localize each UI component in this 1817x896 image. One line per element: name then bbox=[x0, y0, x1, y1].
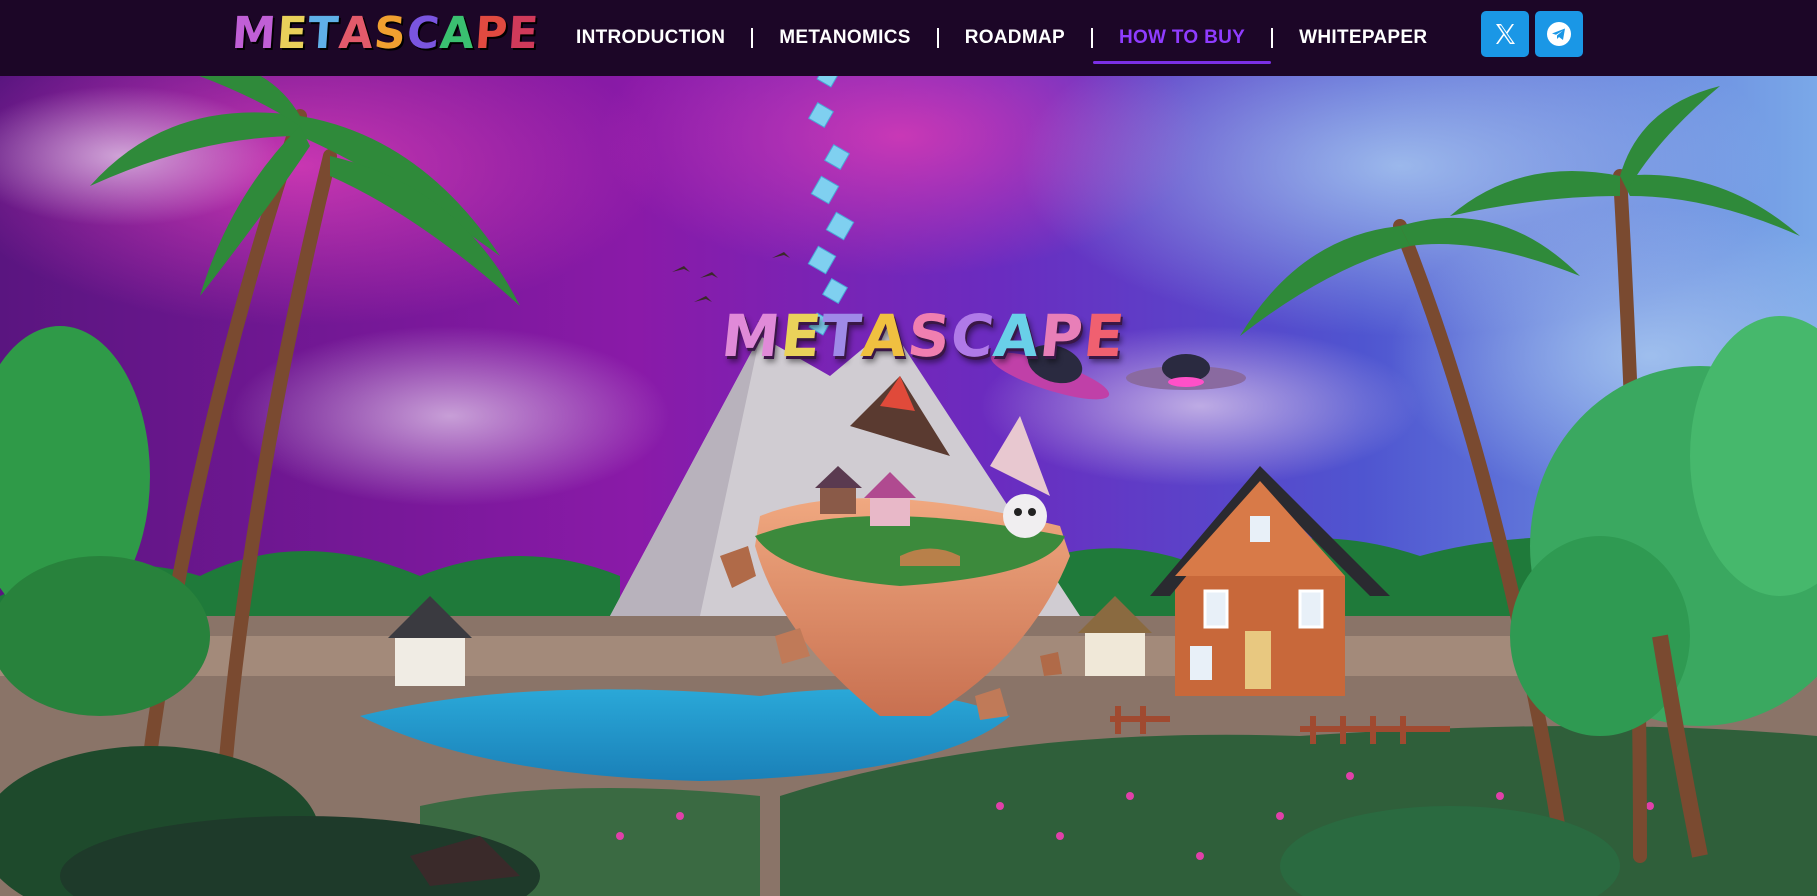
hero-logo-letter: E bbox=[1080, 302, 1128, 370]
brand-logo-letter: A bbox=[438, 7, 477, 59]
hero-logo-letter: A bbox=[990, 302, 1044, 370]
nav-roadmap-label: ROADMAP bbox=[964, 27, 1065, 48]
hero-scene-illustration bbox=[0, 76, 1817, 896]
brand-logo-letter: P bbox=[473, 7, 511, 59]
brand-logo-letter: T bbox=[306, 7, 341, 59]
nav-whitepaper-label: WHITEPAPER bbox=[1299, 27, 1428, 48]
hero-logo-letter: A bbox=[858, 302, 912, 370]
top-navbar: METASCAPE INTRODUCTION METANOMICS ROADMA… bbox=[0, 0, 1817, 76]
nav-introduction-label: INTRODUCTION bbox=[576, 27, 726, 48]
brand-logo-letter: A bbox=[337, 7, 376, 59]
hero-logo-letter: S bbox=[904, 302, 955, 370]
nav-how-to-buy-label: HOW TO BUY bbox=[1118, 27, 1246, 48]
nav-roadmap[interactable]: ROADMAP bbox=[939, 0, 1091, 76]
brand-logo-letter: M bbox=[230, 7, 279, 59]
nav-metanomics-label: METANOMICS bbox=[779, 27, 911, 48]
brand-logo[interactable]: METASCAPE bbox=[230, 7, 542, 59]
brand-logo-letter: S bbox=[372, 7, 409, 59]
nav-whitepaper[interactable]: WHITEPAPER bbox=[1273, 0, 1453, 76]
telegram-button[interactable] bbox=[1535, 11, 1583, 57]
main-nav: INTRODUCTION METANOMICS ROADMAP HOW TO B… bbox=[550, 0, 1453, 76]
brand-logo-letter: E bbox=[506, 7, 542, 59]
nav-how-to-buy[interactable]: HOW TO BUY bbox=[1092, 0, 1272, 76]
hero-metascape-logo: METASCAPE bbox=[718, 302, 1127, 370]
hero-logo-letter: C bbox=[947, 302, 998, 370]
telegram-icon bbox=[1547, 22, 1571, 46]
brand-logo-letter: E bbox=[275, 7, 310, 59]
hero-banner: METASCAPE bbox=[0, 76, 1817, 896]
hero-logo-letter: T bbox=[817, 302, 866, 370]
x-twitter-button[interactable] bbox=[1481, 11, 1529, 57]
hero-logo-letter: P bbox=[1036, 302, 1088, 370]
nav-introduction[interactable]: INTRODUCTION bbox=[550, 0, 751, 76]
x-logo-icon bbox=[1496, 24, 1515, 44]
hero-logo-letter: M bbox=[718, 302, 785, 370]
nav-metanomics[interactable]: METANOMICS bbox=[753, 0, 936, 76]
brand-logo-letter: C bbox=[404, 7, 442, 59]
